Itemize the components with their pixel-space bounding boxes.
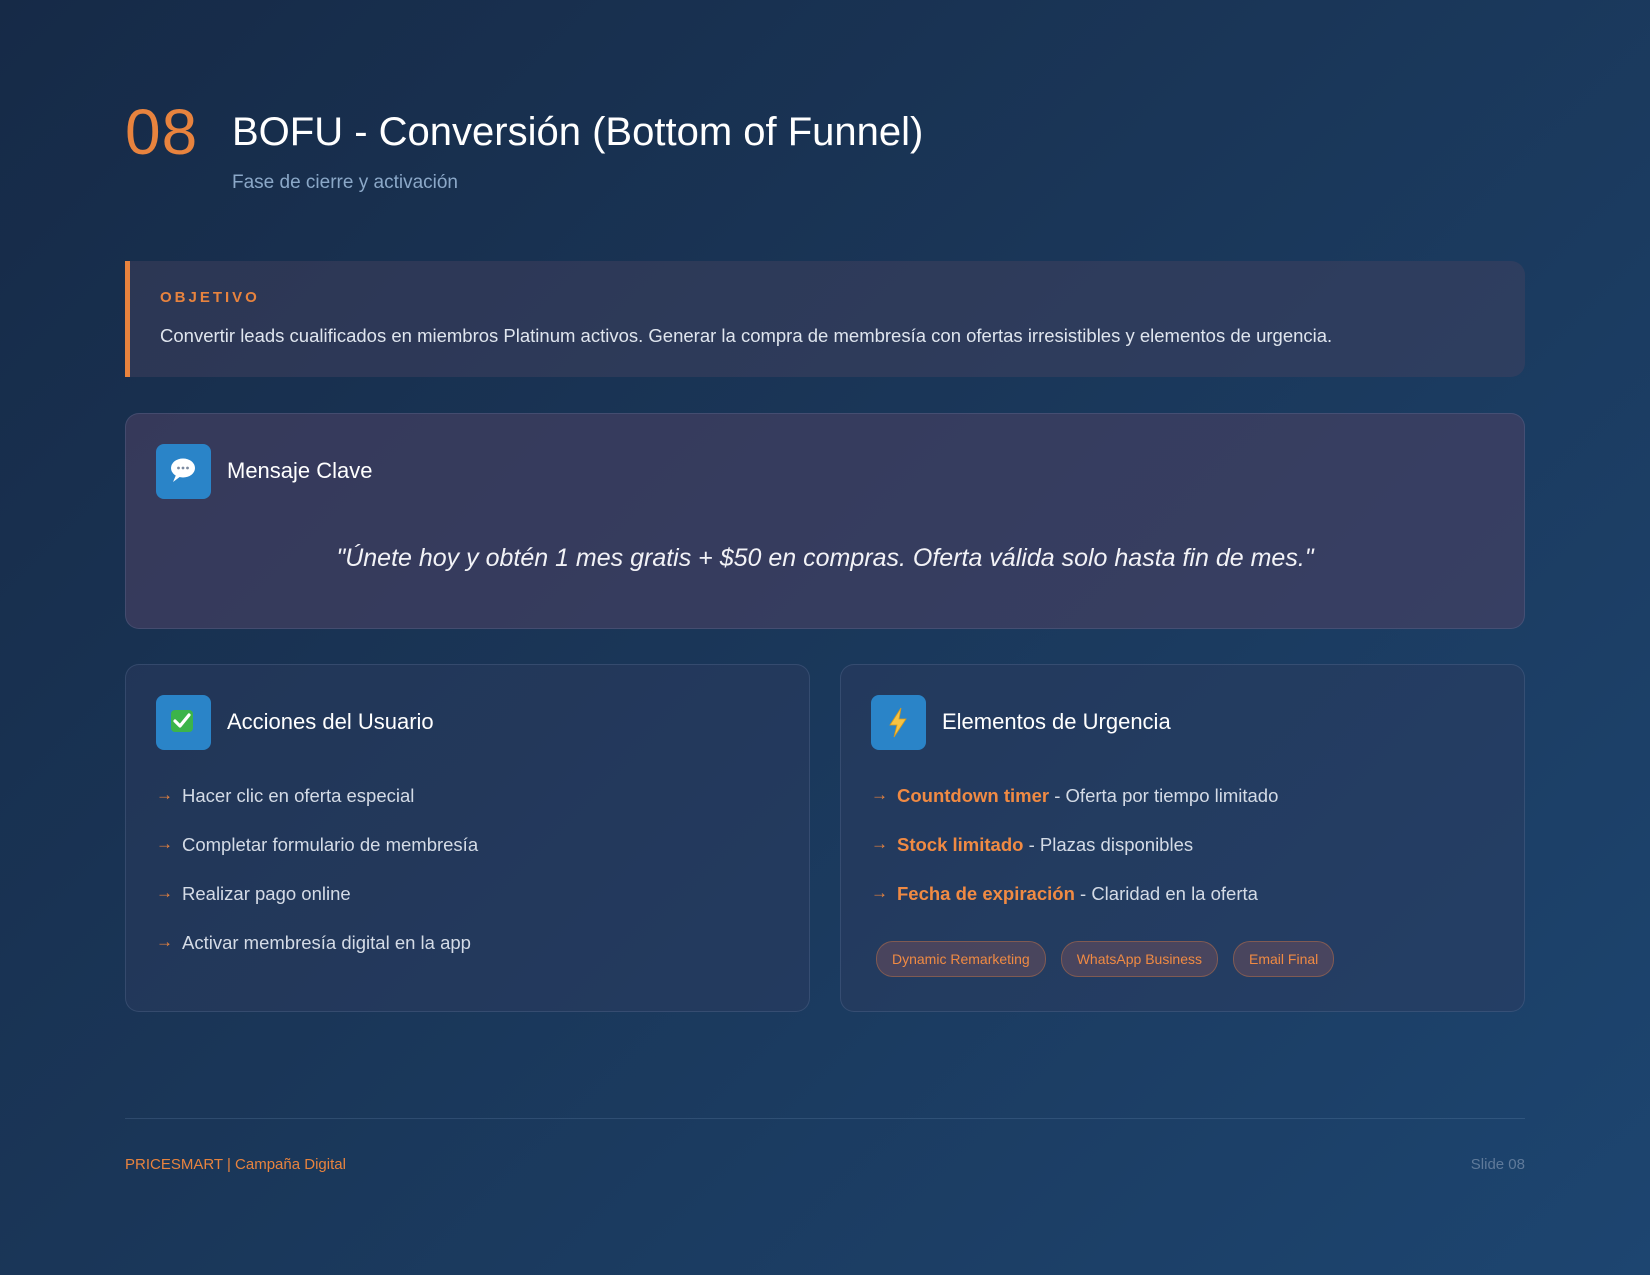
key-message-title: Mensaje Clave — [227, 458, 373, 483]
objective-box: OBJETIVO Convertir leads cualificados en… — [125, 261, 1525, 377]
key-message-card: Mensaje Clave "Únete hoy y obtén 1 mes g… — [125, 413, 1525, 629]
speech-bubble-icon — [156, 444, 211, 499]
urgency-title: Elementos de Urgencia — [942, 709, 1171, 734]
arrow-right-icon: → — [871, 834, 888, 853]
footer-slide-number: Slide 08 — [1470, 1156, 1525, 1173]
arrow-right-icon: → — [156, 932, 173, 951]
tag-whatsapp-business: WhatsApp Business — [1060, 941, 1219, 977]
arrow-right-icon: → — [156, 834, 173, 853]
urgency-list: → Countdown timer - Oferta por tiempo lim… — [871, 785, 1278, 932]
footer-brand: PRICESMART | Campaña Digital — [125, 1156, 346, 1173]
list-item: → Hacer clic en oferta especial — [156, 785, 415, 806]
lightning-icon — [871, 695, 926, 750]
list-item: → Fecha de expiración - Claridad en la of… — [871, 883, 1258, 904]
slide-title: BOFU - Conversión (Bottom of Funnel) — [232, 110, 924, 154]
slide-subtitle: Fase de cierre y activación — [232, 172, 458, 193]
arrow-right-icon: → — [871, 785, 888, 804]
arrow-right-icon: → — [871, 883, 888, 902]
footer-divider — [125, 1118, 1525, 1119]
user-actions-title: Acciones del Usuario — [227, 709, 434, 734]
list-item: → Activar membresía digital en la app — [156, 932, 471, 953]
arrow-right-icon: → — [156, 785, 173, 804]
objective-label: OBJETIVO — [160, 289, 260, 306]
channel-tags: Dynamic Remarketing WhatsApp Business Em… — [876, 941, 1335, 977]
slide-number: 08 — [125, 96, 199, 168]
list-item: → Stock limitado - Plazas disponibles — [871, 834, 1194, 855]
list-item: → Completar formulario de membresía — [156, 834, 479, 855]
user-actions-card: Acciones del Usuario → Hacer clic en ofer… — [125, 664, 810, 1012]
arrow-right-icon: → — [156, 883, 173, 902]
check-mark-icon — [156, 695, 211, 750]
tag-dynamic-remarketing: Dynamic Remarketing — [876, 941, 1046, 977]
list-item: → Countdown timer - Oferta por tiempo lim… — [871, 785, 1279, 806]
user-actions-list: → Hacer clic en oferta especial → Completa… — [156, 785, 478, 981]
urgency-elements-card: Elementos de Urgencia → Countdown timer -… — [840, 664, 1525, 1012]
key-message-quote: "Únete hoy y obtén 1 mes gratis + $50 en… — [336, 544, 1314, 572]
list-item: → Realizar pago online — [156, 883, 351, 904]
slide: 08 BOFU - Conversión (Bottom of Funnel) … — [0, 0, 1650, 1275]
objective-text: Convertir leads cualificados en miembros… — [160, 325, 1333, 346]
tag-email-final: Email Final — [1233, 941, 1335, 977]
